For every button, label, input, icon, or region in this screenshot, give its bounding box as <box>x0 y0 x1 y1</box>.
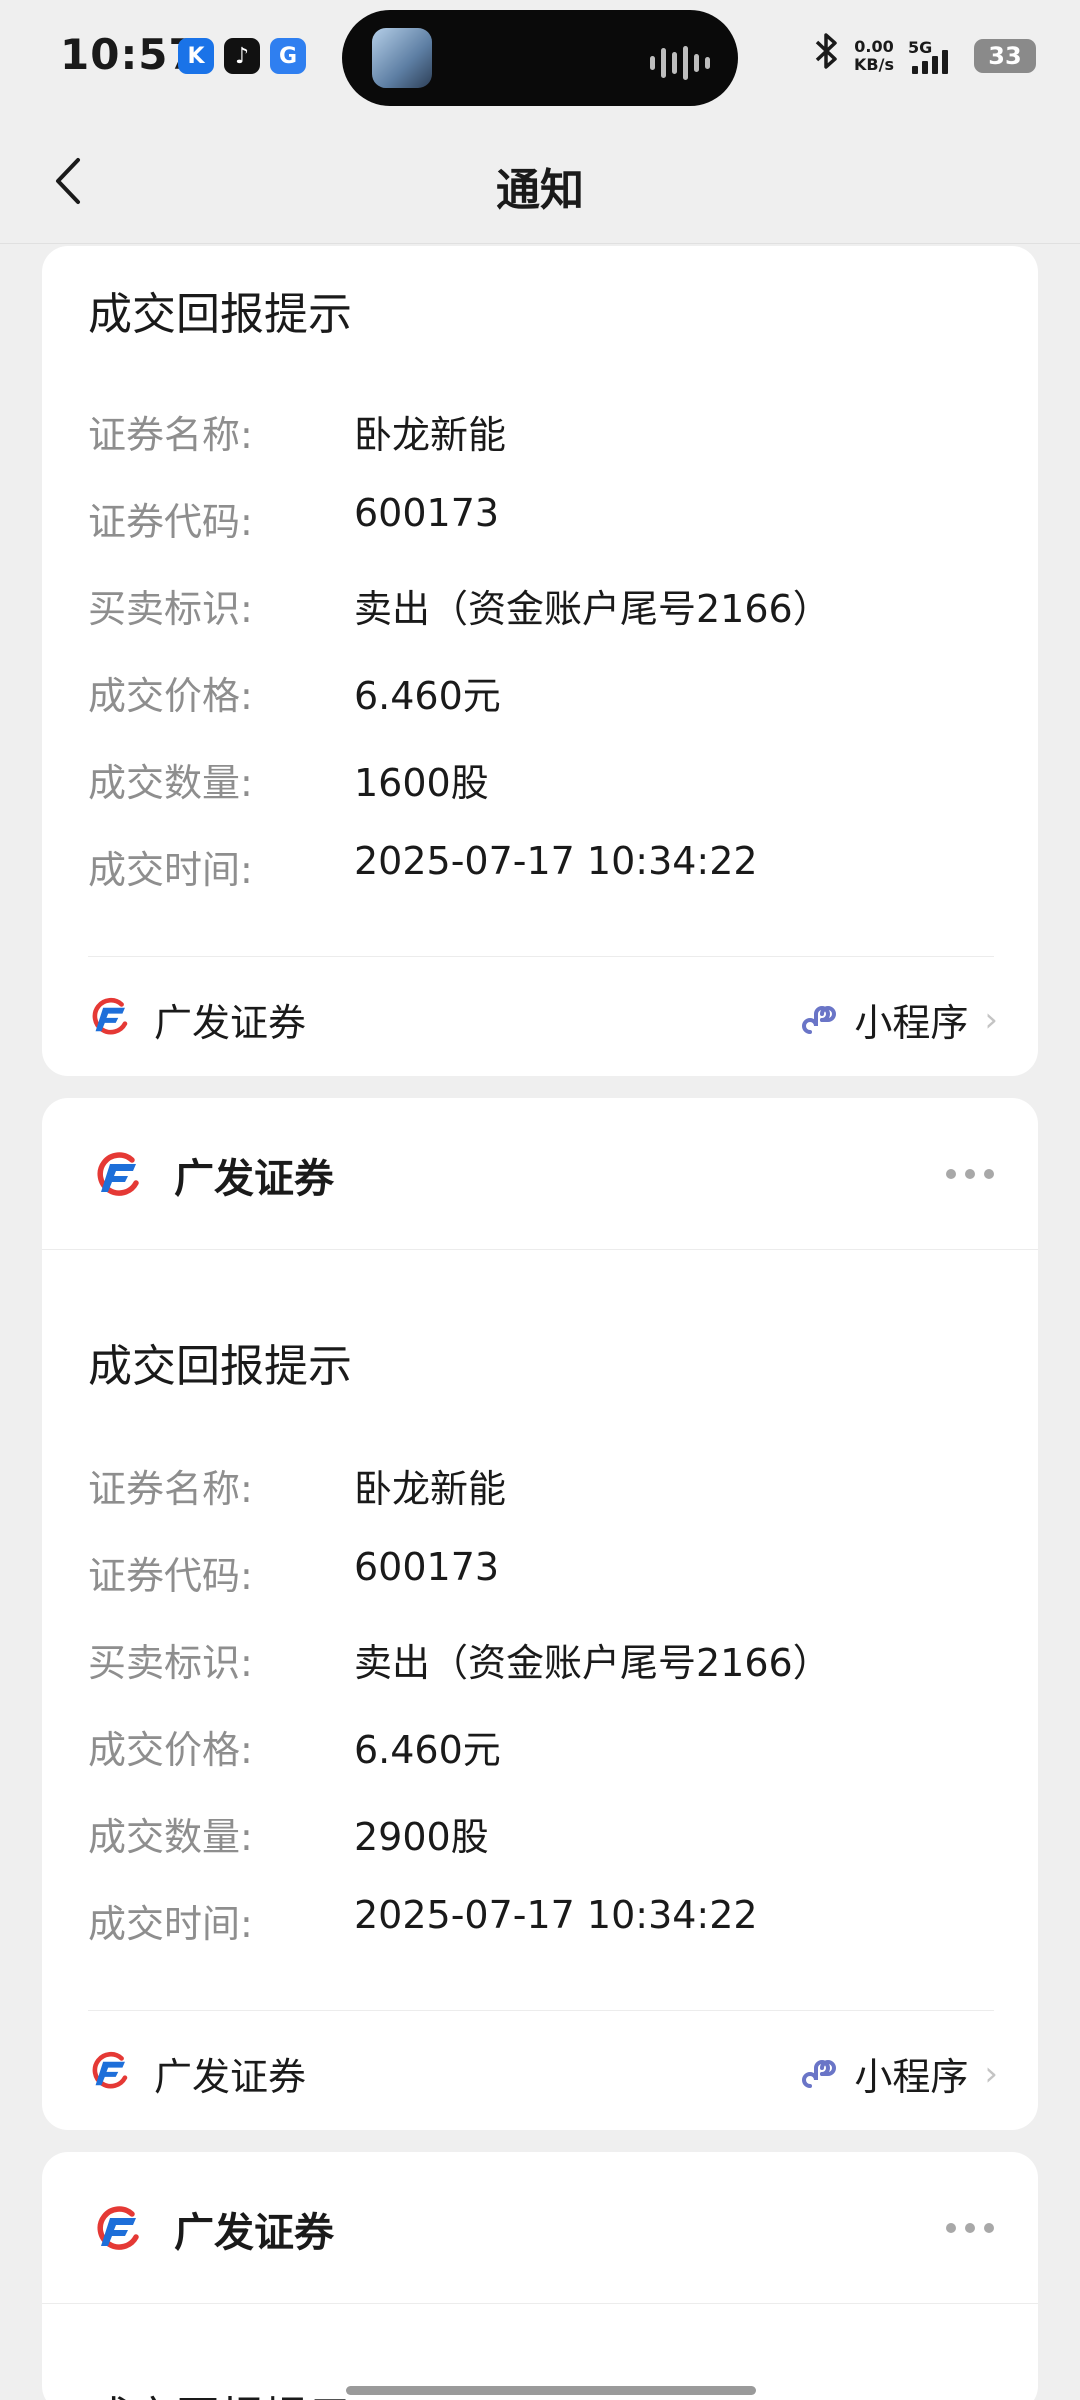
field-label: 买卖标识: <box>88 587 253 631</box>
gf-logo-icon <box>92 2052 128 2089</box>
divider <box>88 956 994 957</box>
chevron-right-icon: › <box>984 2053 998 2094</box>
notification-title: 成交回报提示 <box>88 2382 352 2400</box>
mini-program-link[interactable]: 小程序 › <box>800 2046 998 2101</box>
field-value: 卖出（资金账户尾号2166） <box>354 587 831 631</box>
field-label: 成交数量: <box>88 1815 253 1859</box>
field-label: 证券代码: <box>88 1554 253 1598</box>
battery-icon: 33 <box>974 38 1036 73</box>
field-label: 成交时间: <box>88 1902 253 1946</box>
field-value: 600173 <box>354 491 500 535</box>
dynamic-island[interactable] <box>342 10 738 106</box>
field-trade-side: 买卖标识: 卖出（资金账户尾号2166） <box>88 1632 831 1687</box>
notification-title: 成交回报提示 <box>88 289 352 340</box>
field-label: 成交价格: <box>88 1728 253 1772</box>
header-brand-name: 广发证券 <box>174 2210 334 2256</box>
footer-brand-name: 广发证券 <box>154 2055 307 2099</box>
tiktok-app-icon: ♪ <box>224 38 260 74</box>
field-value: 1600股 <box>354 761 489 805</box>
more-options-icon[interactable] <box>946 1156 994 1192</box>
field-price: 成交价格: 6.460元 <box>88 665 501 720</box>
network-speed-value: 0.00 <box>854 36 894 56</box>
kuaishou-app-icon: K <box>178 38 214 74</box>
card-header: 广发证券 <box>42 1098 1038 1250</box>
notification-screen: 10:57 K ♪ G 0.00 KB/s 5G 33 通知 成交回报提示 证券… <box>0 0 1080 2400</box>
gf-app-icon: G <box>270 38 306 74</box>
field-label: 成交价格: <box>88 674 253 718</box>
status-indicators: 0.00 KB/s 5G 33 <box>814 32 1036 79</box>
notification-card[interactable]: 广发证券 成交回报提示 <box>42 2152 1038 2400</box>
signal-icon: 5G <box>908 38 960 74</box>
chevron-right-icon: › <box>984 999 998 1040</box>
field-value: 2025-07-17 10:34:22 <box>354 1893 758 1937</box>
card-header: 广发证券 <box>42 2152 1038 2304</box>
header-brand-name: 广发证券 <box>174 1156 334 1202</box>
field-value: 600173 <box>354 1545 500 1589</box>
field-security-code: 证券代码: 600173 <box>88 491 499 546</box>
field-security-name: 证券名称: 卧龙新能 <box>88 1458 506 1513</box>
field-quantity: 成交数量: 1600股 <box>88 752 489 807</box>
field-value: 卧龙新能 <box>354 1467 507 1511</box>
field-time: 成交时间: 2025-07-17 10:34:22 <box>88 839 758 894</box>
field-security-code: 证券代码: 600173 <box>88 1545 499 1600</box>
network-speed-unit: KB/s <box>854 54 894 74</box>
status-bar: 10:57 K ♪ G 0.00 KB/s 5G 33 <box>0 0 1080 118</box>
divider <box>88 2010 994 2011</box>
mini-program-label: 小程序 <box>854 2055 969 2099</box>
footer-brand-name: 广发证券 <box>154 1001 307 1045</box>
field-value: 2025-07-17 10:34:22 <box>354 839 758 883</box>
page-title: 通知 <box>496 165 584 216</box>
bluetooth-icon <box>814 32 840 79</box>
mini-program-link[interactable]: 小程序 › <box>800 992 998 1047</box>
gf-logo-icon <box>97 1152 139 1196</box>
field-label: 证券名称: <box>88 1467 253 1511</box>
field-label: 成交时间: <box>88 848 253 892</box>
field-value: 卖出（资金账户尾号2166） <box>354 1641 831 1685</box>
gf-logo-icon <box>97 2206 139 2250</box>
mini-program-label: 小程序 <box>854 1001 969 1045</box>
field-value: 6.460元 <box>354 674 501 718</box>
field-label: 成交数量: <box>88 761 253 805</box>
field-label: 买卖标识: <box>88 1641 253 1685</box>
mini-program-icon <box>802 1005 837 1034</box>
field-security-name: 证券名称: 卧龙新能 <box>88 404 506 459</box>
mini-program-icon <box>802 2059 837 2088</box>
field-label: 证券代码: <box>88 500 253 544</box>
field-value: 6.460元 <box>354 1728 501 1772</box>
notification-card[interactable]: 成交回报提示 证券名称: 卧龙新能 证券代码: 600173 买卖标识: 卖出（… <box>42 246 1038 1076</box>
field-time: 成交时间: 2025-07-17 10:34:22 <box>88 1893 758 1948</box>
audio-wave-icon <box>650 46 710 80</box>
network-speed: 0.00 KB/s <box>854 36 894 74</box>
more-options-icon[interactable] <box>946 2210 994 2246</box>
notification-card[interactable]: 广发证券 成交回报提示 证券名称: 卧龙新能 证券代码: 600173 买卖标识… <box>42 1098 1038 2130</box>
field-quantity: 成交数量: 2900股 <box>88 1806 489 1861</box>
notification-title: 成交回报提示 <box>88 1341 352 1392</box>
gf-logo-icon <box>92 998 128 1035</box>
field-trade-side: 买卖标识: 卖出（资金账户尾号2166） <box>88 578 831 633</box>
media-thumbnail <box>372 28 432 88</box>
field-price: 成交价格: 6.460元 <box>88 1719 501 1774</box>
status-app-icons: K ♪ G <box>178 38 306 74</box>
field-value: 2900股 <box>354 1815 489 1859</box>
field-value: 卧龙新能 <box>354 413 507 457</box>
field-label: 证券名称: <box>88 413 253 457</box>
navigation-bar: 通知 <box>0 118 1080 244</box>
home-indicator[interactable] <box>346 2386 756 2395</box>
